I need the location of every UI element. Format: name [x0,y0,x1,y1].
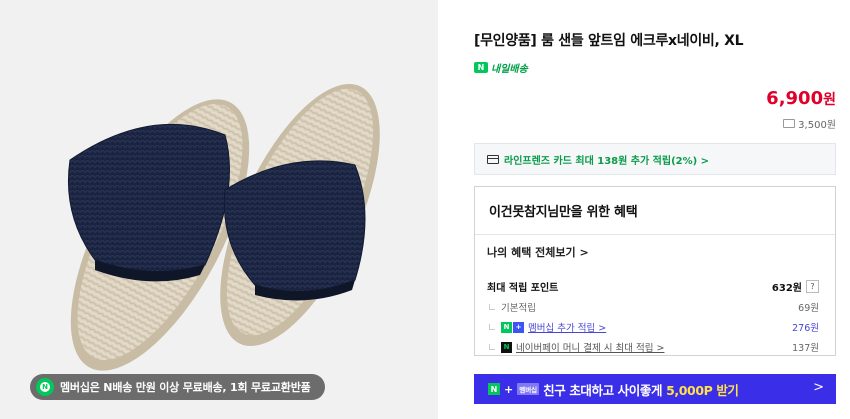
card-promo-link[interactable]: 라인프렌즈 카드 최대 138원 추가 적립(2%) > [474,143,836,175]
tree-branch-icon [489,324,495,330]
card-promo-text: 라인프렌즈 카드 최대 138원 추가 적립(2%) > [504,155,710,167]
chevron-right-icon: > [813,380,824,395]
naverpay-points-value: 137원 [792,343,819,354]
membership-points-value: 276원 [792,323,819,334]
product-title: [무인양품] 룸 샌들 앞트임 에크루x네이비, XL [474,33,744,49]
membership-points-link[interactable]: 멤버십 추가 적립 > [528,320,606,334]
slippers-illustration [0,0,438,419]
banner-n-icon: N [488,383,500,395]
delivery-label: 내일배송 [491,64,528,75]
shipping-fee-value: 3,500원 [798,120,836,131]
naverpay-points-row: N 네이버페이 머니 결제 시 최대 적립 > 137원 [487,340,819,354]
see-all-benefits-link[interactable]: 나의 혜택 전체보기 > [487,244,819,260]
invite-friends-banner[interactable]: N + 멤버십 친구 초대하고 사이좋게 5,000P 받기 > [474,374,836,404]
basic-points-value: 69원 [798,303,819,314]
membership-points-row: N + 멤버십 추가 적립 > 276원 [487,320,819,334]
truck-icon [783,119,796,128]
tree-branch-icon [489,304,495,310]
tree-branch-icon [489,344,495,350]
price: 6,900 원 [766,88,836,109]
n-delivery-icon: N [474,62,488,73]
max-points-label: 최대 적립 포인트 [487,283,559,294]
max-points-row: 최대 적립 포인트 632원 ? [487,279,819,294]
banner-plus-icon: + [504,382,514,396]
basic-points-label: 기본적립 [501,303,536,314]
help-icon[interactable]: ? [806,280,819,293]
banner-text: 친구 초대하고 사이좋게 [543,382,663,398]
delivery-badge: N 내일배송 [474,60,528,75]
price-value: 6,900 [766,88,824,109]
benefit-heading: 이건못참지님만을 위한 혜택 [475,187,835,235]
max-points-value: 632원 [771,283,802,294]
price-unit: 원 [823,92,836,108]
banner-membership-tag: 멤버십 [517,383,540,395]
membership-badge-text: 멤버십은 N배송 만원 이상 무료배송, 1회 무료교환반품 [60,381,311,394]
naver-plus-icon: N + [501,321,524,333]
naverpay-points-link[interactable]: 네이버페이 머니 결제 시 최대 적립 > [516,340,664,354]
product-image: N 멤버십은 N배송 만원 이상 무료배송, 1회 무료교환반품 [0,0,438,419]
membership-shipping-badge: N 멤버십은 N배송 만원 이상 무료배송, 1회 무료교환반품 [30,374,325,400]
banner-highlight: 5,000P 받기 [666,382,739,398]
shipping-fee: 3,500원 [783,116,836,131]
membership-n-icon: N [36,378,54,396]
naver-pay-icon: N [501,341,512,353]
credit-card-icon [487,154,499,164]
basic-points-row: 기본적립 69원 [487,300,819,314]
benefit-box: 이건못참지님만을 위한 혜택 나의 혜택 전체보기 > 최대 적립 포인트 63… [474,186,836,356]
